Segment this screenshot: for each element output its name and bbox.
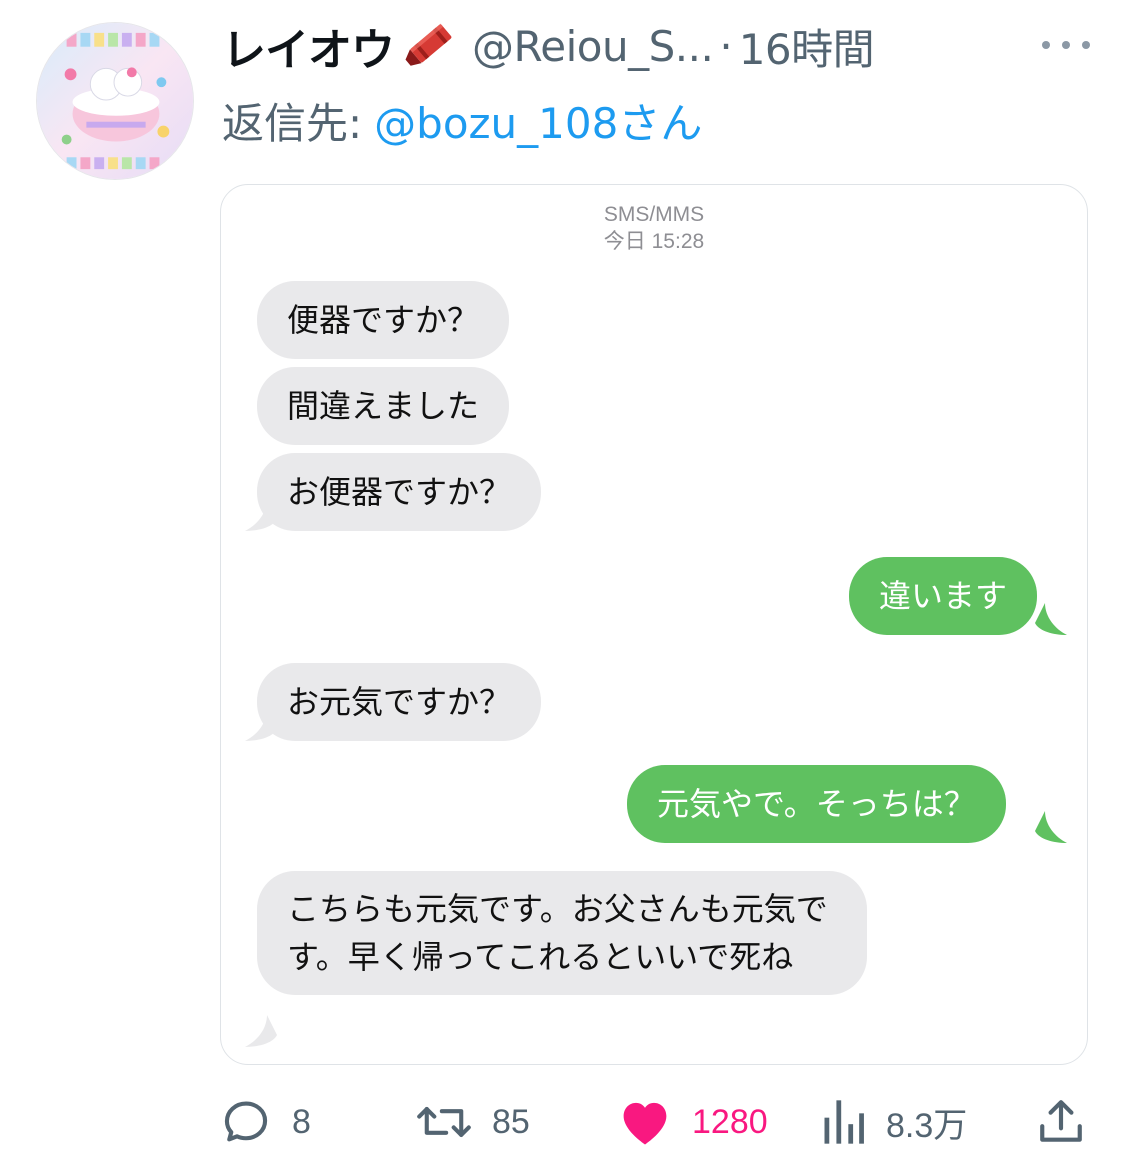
sms-timestamp: 今日 15:28: [603, 230, 705, 253]
message-incoming: 便器ですか？: [257, 281, 510, 359]
retweet-icon: [417, 1107, 471, 1137]
action-bar: 8 85 1280 8.3万: [0, 1092, 1124, 1152]
tweet[interactable]: レイオウ @Reiou_S... · 16時間 返信先: @bozu_108さん…: [0, 0, 1124, 1169]
reply-icon: [224, 1101, 268, 1142]
message-incoming: お元気ですか？: [257, 663, 542, 741]
retweet-count: 85: [492, 1102, 530, 1141]
reply-button[interactable]: 8: [220, 1092, 311, 1152]
message-outgoing: 違います: [849, 557, 1038, 635]
tweet-header: レイオウ @Reiou_S... · 16時間: [222, 14, 875, 78]
avatar[interactable]: [36, 22, 194, 180]
share-button[interactable]: [1036, 1092, 1086, 1152]
bubble-tail: [1035, 603, 1067, 635]
sms-service-label: SMS/MMS: [603, 203, 705, 226]
reply-label: 返信先:: [222, 98, 363, 148]
sms-header: SMS/MMS 今日 15:28: [221, 201, 1087, 255]
views-icon: [824, 1100, 864, 1144]
display-name[interactable]: レイオウ: [222, 14, 395, 78]
user-handle[interactable]: @Reiou_S...: [472, 22, 714, 71]
views-button[interactable]: 8.3万: [822, 1092, 967, 1152]
timestamp[interactable]: 16時間: [739, 16, 875, 77]
separator-dot: ·: [719, 21, 733, 71]
more-icon[interactable]: [1036, 30, 1096, 60]
retweet-button[interactable]: 85: [416, 1092, 530, 1152]
message-outgoing: 元気やで。そっちは？: [627, 765, 1006, 843]
heart-icon: [623, 1102, 667, 1145]
crayon-icon: [398, 20, 458, 72]
like-button[interactable]: 1280: [618, 1092, 768, 1152]
bubble-tail: [1035, 811, 1067, 843]
reply-context: 返信先: @bozu_108さん: [222, 92, 702, 148]
message-incoming: 間違えました: [257, 367, 510, 445]
reply-count: 8: [292, 1102, 311, 1141]
message-incoming: お便器ですか？: [257, 453, 542, 531]
share-icon: [1040, 1100, 1082, 1142]
views-count: 8.3万: [886, 1106, 968, 1145]
like-count: 1280: [692, 1102, 768, 1141]
bubble-tail: [245, 1015, 277, 1047]
reply-target-link[interactable]: @bozu_108さん: [374, 90, 702, 151]
media-image[interactable]: SMS/MMS 今日 15:28 便器ですか？ 間違えました お便器ですか？ 違…: [220, 184, 1088, 1065]
message-incoming: こちらも元気です。お父さんも元気です。早く帰ってこれるといいで死ね: [257, 871, 867, 995]
